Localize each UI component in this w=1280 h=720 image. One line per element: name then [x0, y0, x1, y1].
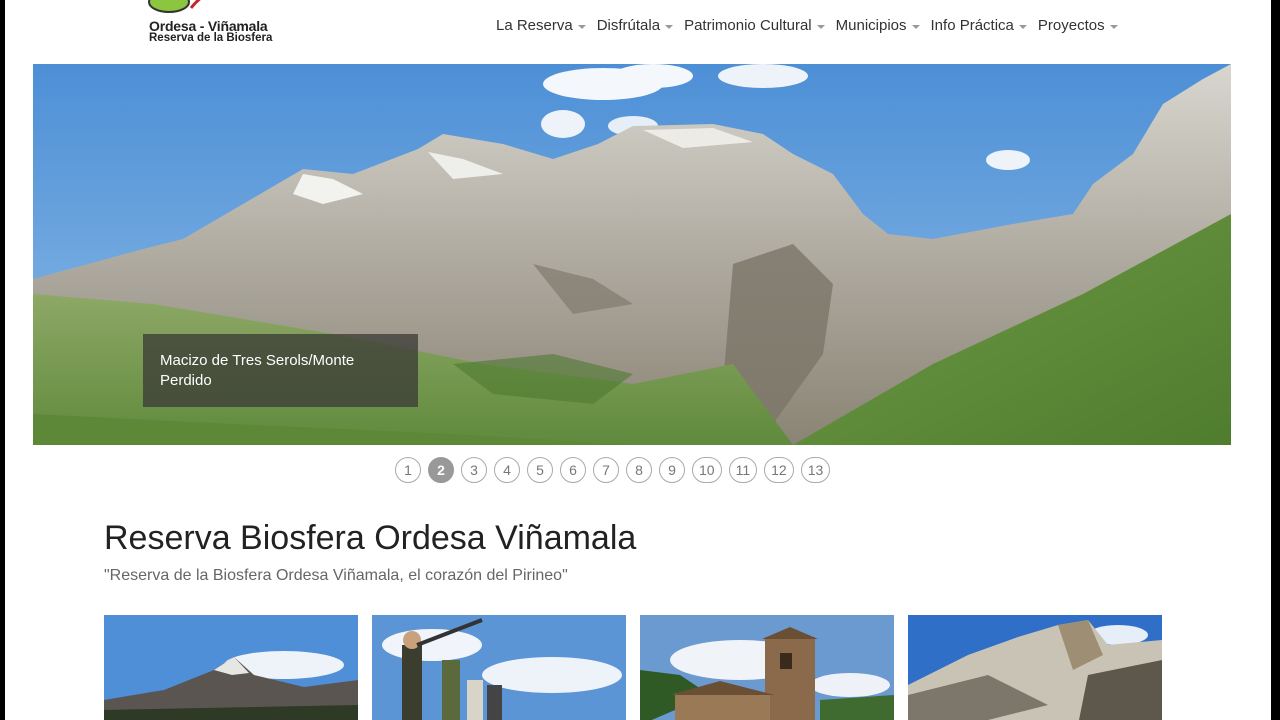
nav-item-label: Info Práctica — [930, 17, 1014, 34]
pager-page-4[interactable]: 4 — [494, 457, 520, 483]
thumbnail-card[interactable] — [640, 615, 894, 720]
slide-caption: Macizo de Tres Serols/Monte Perdido — [143, 334, 418, 407]
thumbnail-image — [372, 615, 626, 720]
thumbnail-image — [640, 615, 894, 720]
logo-mark-icon — [148, 0, 201, 13]
pager-page-13[interactable]: 13 — [800, 457, 831, 483]
nav-item-label: Proyectos — [1037, 17, 1105, 34]
pager-page-3[interactable]: 3 — [461, 457, 487, 483]
nav-item-label: Patrimonio Cultural — [684, 17, 812, 34]
main-nav: La Reserva Disfrútala Patrimonio Cultura… — [496, 17, 1129, 34]
thumbnail-image — [104, 615, 358, 720]
nav-item-label: Disfrútala — [596, 17, 661, 34]
thumbnail-card[interactable] — [908, 615, 1162, 720]
chevron-down-icon — [1018, 24, 1027, 29]
nav-item-info-practica[interactable]: Info Práctica — [931, 17, 1027, 34]
thumbnail-card[interactable] — [372, 615, 626, 720]
nav-item-disfrutala[interactable]: Disfrútala — [596, 17, 674, 34]
pager-page-9[interactable]: 9 — [659, 457, 685, 483]
nav-item-label: Municipios — [835, 17, 907, 34]
nav-item-proyectos[interactable]: Proyectos — [1038, 17, 1118, 34]
chevron-down-icon — [911, 24, 920, 29]
nav-item-patrimonio-cultural[interactable]: Patrimonio Cultural — [684, 17, 825, 34]
thumbnail-card[interactable] — [104, 615, 358, 720]
thumbnail-image — [908, 615, 1162, 720]
chevron-down-icon — [665, 24, 674, 29]
pager-page-12[interactable]: 12 — [764, 457, 794, 483]
pager-page-2[interactable]: 2 — [428, 457, 454, 483]
slider-pager: 1 2 3 4 5 6 7 8 9 10 11 12 13 — [395, 457, 837, 483]
pager-page-1[interactable]: 1 — [395, 457, 421, 483]
pager-page-6[interactable]: 6 — [560, 457, 586, 483]
page: Ordesa - Viñamala Reserva de la Biosfera… — [5, 0, 1271, 720]
pager-page-8[interactable]: 8 — [626, 457, 652, 483]
chevron-down-icon — [816, 24, 825, 29]
pager-page-7[interactable]: 7 — [593, 457, 619, 483]
logo-subtitle: Reserva de la Biosfera — [149, 32, 273, 44]
hero-slider[interactable]: Macizo de Tres Serols/Monte Perdido — [33, 64, 1231, 445]
pager-page-11[interactable]: 11 — [728, 457, 758, 483]
page-title: Reserva Biosfera Ordesa Viñamala — [104, 519, 637, 557]
pager-page-5[interactable]: 5 — [527, 457, 553, 483]
chevron-down-icon — [577, 24, 586, 29]
pager-page-10[interactable]: 10 — [692, 457, 722, 483]
nav-item-municipios[interactable]: Municipios — [836, 17, 920, 34]
chevron-down-icon — [1109, 24, 1118, 29]
nav-item-la-reserva[interactable]: La Reserva — [496, 17, 586, 34]
nav-item-label: La Reserva — [496, 17, 573, 34]
site-logo[interactable]: Ordesa - Viñamala Reserva de la Biosfera — [147, 0, 297, 48]
page-subtitle: "Reserva de la Biosfera Ordesa Viñamala,… — [104, 567, 568, 584]
